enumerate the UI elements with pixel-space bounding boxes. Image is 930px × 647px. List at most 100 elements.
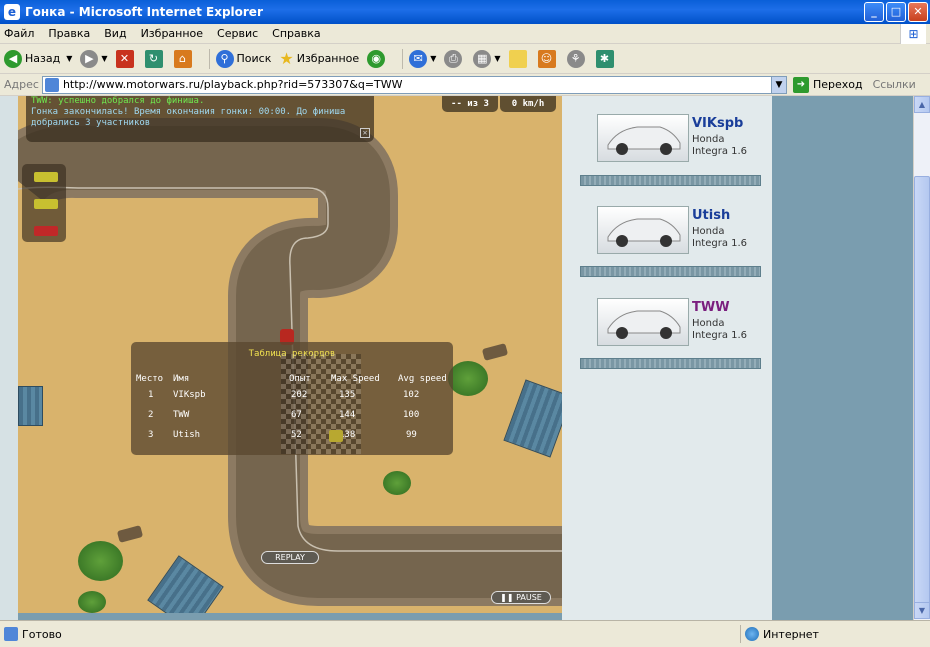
maximize-button[interactable]: □ [886,2,906,22]
stop-button[interactable]: ✕ [115,49,137,68]
row1-name: VIKspb [173,390,206,400]
speed-display: 0 km/h [500,96,556,112]
media-icon: ◉ [367,49,386,68]
message-line: добрались 3 участников [31,118,151,128]
menu-help[interactable]: Справка [272,27,320,40]
back-arrow-icon: ◀ [4,49,22,68]
go-arrow-icon: ➜ [792,76,809,93]
address-label: Адрес [4,78,39,91]
stop-icon: ✕ [115,49,134,68]
player-car: Honda Integra 1.6 [692,226,747,250]
player-name[interactable]: VIKspb [692,116,743,131]
ie-logo-icon: e [4,4,20,20]
back-button[interactable]: ◀ Назад ▼ [4,49,72,68]
edit-icon: ▦ [473,49,492,68]
minimize-button[interactable]: _ [864,2,884,22]
menu-view[interactable]: Вид [104,27,126,40]
player-name[interactable]: Utish [692,208,730,223]
toolbar-separator [208,48,210,69]
zone-text: Интернет [763,627,819,641]
car-icon-red [34,226,58,236]
row1-exp: 202 [291,390,308,400]
back-label: Назад [25,52,61,65]
menu-favorites[interactable]: Избранное [141,27,203,40]
menu-edit[interactable]: Правка [48,27,90,40]
forward-button[interactable]: ▶ ▼ [80,49,108,68]
car-model: Integra 1.6 [692,146,748,157]
row2-max: 144 [339,410,356,420]
row1-avg: 102 [403,390,420,400]
tools-button[interactable]: ✱ [595,49,617,68]
race-messages: TWW: успешно добрался до финиша. Гонка з… [26,96,374,142]
globe-icon [745,627,759,641]
scroll-thumb[interactable] [914,176,930,606]
go-button[interactable]: ➜ Переход [792,76,863,93]
research-button[interactable]: ⚘ [566,49,588,68]
header-name: Имя [173,374,190,384]
header-exp: Опыт [289,374,311,384]
print-button[interactable]: ⎙ [444,49,465,68]
favorites-label: Избранное [296,52,360,65]
menu-file[interactable]: Файл [4,27,34,40]
car-icon-yellow [34,172,58,182]
bush [78,541,123,581]
car-make: Honda [692,226,725,237]
forward-dropdown-icon[interactable]: ▼ [101,54,107,63]
row1-place: 1 [148,390,154,400]
players-panel: VIKspb Honda Integra 1.6 Utish Honda Integ… [562,96,772,620]
home-button[interactable]: ⌂ [173,49,195,68]
search-button[interactable]: ⚲ Поиск [215,49,272,68]
player-card: VIKspb Honda Integra 1.6 [597,114,777,164]
edit-button[interactable]: ▦ ▼ [473,49,501,68]
title-bar: e Гонка - Microsoft Internet Explorer _ … [0,0,930,24]
car-photo [607,218,681,247]
game-canvas[interactable]: TWW: успешно добрался до финиша. Гонка з… [18,96,562,613]
mail-button[interactable]: ✉ ▼ [409,49,436,68]
replay-button[interactable]: REPLAY [261,551,319,564]
note-icon [508,49,527,68]
row2-avg: 100 [403,410,420,420]
bush [448,361,488,396]
toolbar: ◀ Назад ▼ ▶ ▼ ✕ ↻ ⌂ ⚲ Поиск ★ Избранное … [0,44,930,74]
bush [383,471,411,495]
search-label: Поиск [236,52,272,65]
header-max-speed: Max Speed [331,374,380,384]
scroll-down-icon[interactable]: ▼ [914,602,930,619]
car-photo [607,310,681,339]
messenger-button[interactable]: ☺ [537,49,559,68]
row2-exp: 67 [291,410,302,420]
scroll-up-icon[interactable]: ▲ [914,96,930,113]
pause-label: PAUSE [516,593,542,602]
close-button[interactable]: ✕ [908,2,928,22]
status-text: Готово [22,627,62,641]
menu-tools[interactable]: Сервис [217,27,258,40]
building [18,386,43,426]
address-dropdown-icon[interactable]: ▼ [770,76,786,93]
player-name[interactable]: TWW [692,300,730,315]
toolbar-separator-2 [402,48,404,69]
star-icon: ★ [279,49,294,68]
row3-name: Utish [173,430,201,440]
address-input[interactable]: http://www.motorwars.ru/playback.php?rid… [41,75,787,94]
car-list [22,164,66,242]
message-line: TWW: успешно добрался до финиша. [31,96,205,106]
pause-button[interactable]: ❚❚ PAUSE [491,591,551,604]
links-button[interactable]: Ссылки [873,78,916,91]
media-button[interactable]: ◉ [367,49,388,68]
back-dropdown-icon[interactable]: ▼ [66,54,72,63]
vertical-scrollbar[interactable]: ▲ ▼ [913,96,930,620]
refresh-button[interactable]: ↻ [144,49,166,68]
row3-place: 3 [148,430,154,440]
status-bar: Готово Интернет [0,620,930,647]
discuss-button[interactable] [508,49,530,68]
close-messages-icon[interactable]: ✕ [360,128,370,138]
messenger-icon: ☺ [537,49,556,68]
favorites-button[interactable]: ★ Избранное [279,49,359,68]
go-label: Переход [812,78,863,91]
left-margin [0,96,18,620]
player-progress-bar [580,358,761,369]
windows-logo-icon: ⊞ [900,24,926,44]
pause-icon: ❚❚ [500,593,517,602]
player-progress-bar [580,266,761,277]
player-card: Utish Honda Integra 1.6 [597,206,777,256]
